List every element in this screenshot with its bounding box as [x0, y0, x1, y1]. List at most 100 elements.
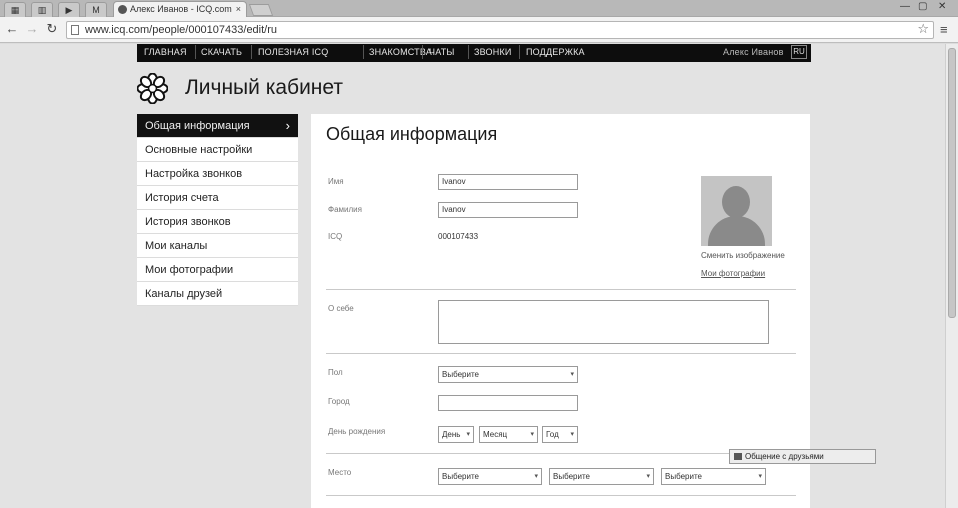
page-scrollbar[interactable]: [945, 44, 958, 508]
name-label: Имя: [328, 177, 344, 186]
scrollbar-thumb[interactable]: [948, 48, 956, 318]
nav-separator: [251, 45, 252, 59]
chat-bar-label: Общение с друзьями: [745, 452, 824, 461]
city-location-select-value: Выберите: [665, 472, 702, 481]
nav-separator: [422, 45, 423, 59]
city-field[interactable]: [438, 395, 578, 411]
chevron-down-icon: ▾: [646, 473, 650, 480]
active-browser-tab[interactable]: Алекс Иванов - ICQ.com ×: [113, 1, 247, 17]
birthday-year-value: Год: [546, 430, 559, 439]
birthday-year-select[interactable]: Год ▾: [542, 426, 578, 443]
change-avatar-link[interactable]: Сменить изображение: [701, 251, 785, 260]
bookmark-star-icon[interactable]: ☆: [917, 21, 929, 37]
panel-title: Общая информация: [326, 124, 498, 144]
sidemenu-item-friends-channels[interactable]: Каналы друзей: [137, 282, 298, 306]
chevron-right-icon: ›: [285, 118, 290, 133]
browser-menu-icon[interactable]: ≡: [940, 22, 948, 37]
birthday-month-select[interactable]: Месяц ▾: [479, 426, 538, 443]
browser-tab-strip: ▦ ▥ ▶ M Алекс Иванов - ICQ.com × — ▢ ✕: [0, 0, 958, 17]
close-window-icon[interactable]: ✕: [938, 1, 946, 12]
chevron-down-icon: ▾: [534, 473, 538, 480]
forward-icon[interactable]: →: [24, 21, 40, 37]
city-label: Город: [328, 397, 350, 406]
region-select[interactable]: Выберите ▾: [549, 468, 654, 485]
avatar-head-shape: [722, 186, 750, 218]
nav-separator: [519, 45, 520, 59]
sidemenu-item-main-settings[interactable]: Основные настройки: [137, 138, 298, 162]
nav-username[interactable]: Алекс Иванов: [723, 44, 784, 62]
nav-separator: [195, 45, 196, 59]
pinned-tab[interactable]: M: [85, 2, 107, 17]
gender-select-value: Выберите: [442, 370, 479, 379]
nav-item-home[interactable]: ГЛАВНАЯ: [144, 44, 187, 62]
chevron-down-icon: ▾: [466, 431, 470, 438]
city-location-select[interactable]: Выберите ▾: [661, 468, 766, 485]
language-switch[interactable]: RU: [791, 45, 807, 59]
pinned-tab[interactable]: ▥: [31, 2, 53, 17]
pinned-tab[interactable]: ▦: [4, 2, 26, 17]
reload-icon[interactable]: ↻: [44, 21, 60, 37]
page-title: Личный кабинет: [185, 76, 343, 99]
country-select[interactable]: Выберите ▾: [438, 468, 542, 485]
my-photos-link[interactable]: Мои фотографии: [701, 269, 765, 278]
divider: [326, 495, 796, 496]
pinned-tab[interactable]: ▶: [58, 2, 80, 17]
nav-separator: [468, 45, 469, 59]
sidemenu-item-label: Общая информация: [145, 120, 250, 132]
gender-select[interactable]: Выберите ▾: [438, 366, 578, 383]
nav-item-support[interactable]: ПОДДЕРЖКА: [526, 44, 585, 62]
location-label: Место: [328, 468, 352, 477]
surname-field[interactable]: Ivanov: [438, 202, 578, 218]
page-icon: [71, 25, 79, 35]
region-select-value: Выберите: [553, 472, 590, 481]
nav-item-calls[interactable]: ЗВОНКИ: [474, 44, 512, 62]
sidemenu-item-call-settings[interactable]: Настройка звонков: [137, 162, 298, 186]
divider: [326, 453, 796, 454]
maximize-icon[interactable]: ▢: [918, 1, 927, 12]
nav-item-download[interactable]: СКАЧАТЬ: [201, 44, 242, 62]
avatar-body-shape: [708, 216, 765, 246]
chat-icon: [734, 453, 742, 460]
back-icon[interactable]: ←: [4, 21, 20, 37]
new-tab-button[interactable]: [248, 4, 274, 16]
url-text: www.icq.com/people/000107433/edit/ru: [85, 24, 278, 36]
sidemenu-item-my-channels[interactable]: Мои каналы: [137, 234, 298, 258]
icq-favicon-icon: [118, 5, 127, 14]
account-sidemenu: Общая информация › Основные настройки На…: [137, 114, 298, 306]
country-select-value: Выберите: [442, 472, 479, 481]
sidemenu-item-call-history[interactable]: История звонков: [137, 210, 298, 234]
nav-item-chats[interactable]: ЧАТЫ: [429, 44, 455, 62]
address-bar[interactable]: www.icq.com/people/000107433/edit/ru ☆: [66, 21, 934, 39]
birthday-label: День рождения: [328, 427, 386, 436]
icq-flower-logo-icon: [137, 73, 168, 104]
nav-separator: [363, 45, 364, 59]
birthday-day-value: День: [442, 430, 461, 439]
avatar[interactable]: [701, 176, 772, 246]
icq-number: 000107433: [438, 232, 479, 241]
page-viewport: ГЛАВНАЯ СКАЧАТЬ ПОЛЕЗНАЯ ICQ ЗНАКОМСТВА …: [0, 44, 945, 508]
surname-label: Фамилия: [328, 205, 362, 214]
chevron-down-icon: ▾: [570, 371, 574, 378]
sidemenu-item-my-photos[interactable]: Мои фотографии: [137, 258, 298, 282]
site-top-nav: ГЛАВНАЯ СКАЧАТЬ ПОЛЕЗНАЯ ICQ ЗНАКОМСТВА …: [137, 44, 811, 62]
sidemenu-item-account-history[interactable]: История счета: [137, 186, 298, 210]
birthday-day-select[interactable]: День ▾: [438, 426, 474, 443]
divider: [326, 353, 796, 354]
friends-chat-bar[interactable]: Общение с друзьями: [729, 449, 876, 464]
browser-toolbar: ← → ↻ www.icq.com/people/000107433/edit/…: [0, 17, 958, 43]
name-field[interactable]: Ivanov: [438, 174, 578, 190]
chevron-down-icon: ▾: [530, 431, 534, 438]
chevron-down-icon: ▾: [570, 431, 574, 438]
sidemenu-item-general-info[interactable]: Общая информация ›: [137, 114, 298, 138]
gender-label: Пол: [328, 368, 343, 377]
about-textarea[interactable]: [438, 300, 769, 344]
icq-label: ICQ: [328, 232, 343, 241]
tab-close-icon[interactable]: ×: [236, 2, 241, 17]
tab-title: Алекс Иванов - ICQ.com: [130, 4, 232, 14]
chevron-down-icon: ▾: [758, 473, 762, 480]
birthday-month-value: Месяц: [483, 430, 508, 439]
divider: [326, 289, 796, 290]
minimize-icon[interactable]: —: [900, 1, 910, 12]
nav-item-useful[interactable]: ПОЛЕЗНАЯ ICQ: [258, 44, 328, 62]
about-label: О себе: [328, 304, 354, 313]
